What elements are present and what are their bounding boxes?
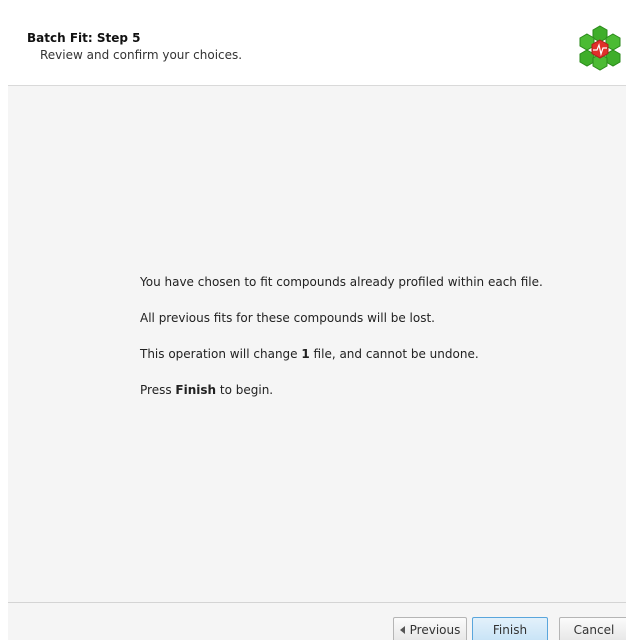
press-finish-prefix: Press — [140, 383, 176, 397]
files-changed-suffix: file, and cannot be undone. — [309, 347, 479, 361]
press-finish-bold: Finish — [175, 383, 217, 397]
files-changed-prefix: This operation will change — [140, 347, 302, 361]
summary-line-files-changed: This operation will change 1 file, and c… — [140, 347, 479, 361]
honeycomb-logo-icon — [579, 25, 621, 71]
batch-fit-wizard-window: Batch Fit: Step 5 Review and confirm you… — [0, 0, 626, 640]
wizard-step-title: Batch Fit: Step 5 — [27, 31, 141, 45]
summary-line-press-finish: Press Finish to begin. — [140, 383, 273, 397]
finish-button-label: Finish — [492, 623, 528, 637]
wizard-header: Batch Fit: Step 5 Review and confirm you… — [8, 8, 626, 86]
wizard-footer: Previous Finish Cancel — [8, 602, 626, 640]
previous-button-label: Previous — [409, 623, 461, 637]
summary-line-fit-compounds: You have chosen to fit compounds already… — [140, 275, 543, 289]
finish-button[interactable]: Finish — [472, 617, 548, 640]
summary-line-previous-fits-lost: All previous fits for these compounds wi… — [140, 311, 435, 325]
previous-button[interactable]: Previous — [393, 617, 467, 640]
press-finish-suffix: to begin. — [216, 383, 274, 397]
files-changed-count: 1 — [301, 347, 310, 361]
previous-arrow-icon — [399, 626, 405, 634]
cancel-button[interactable]: Cancel — [559, 617, 626, 640]
wizard-step-subtitle: Review and confirm your choices. — [40, 48, 243, 62]
wizard-content: You have chosen to fit compounds already… — [8, 86, 626, 602]
cancel-button-label: Cancel — [573, 623, 615, 637]
